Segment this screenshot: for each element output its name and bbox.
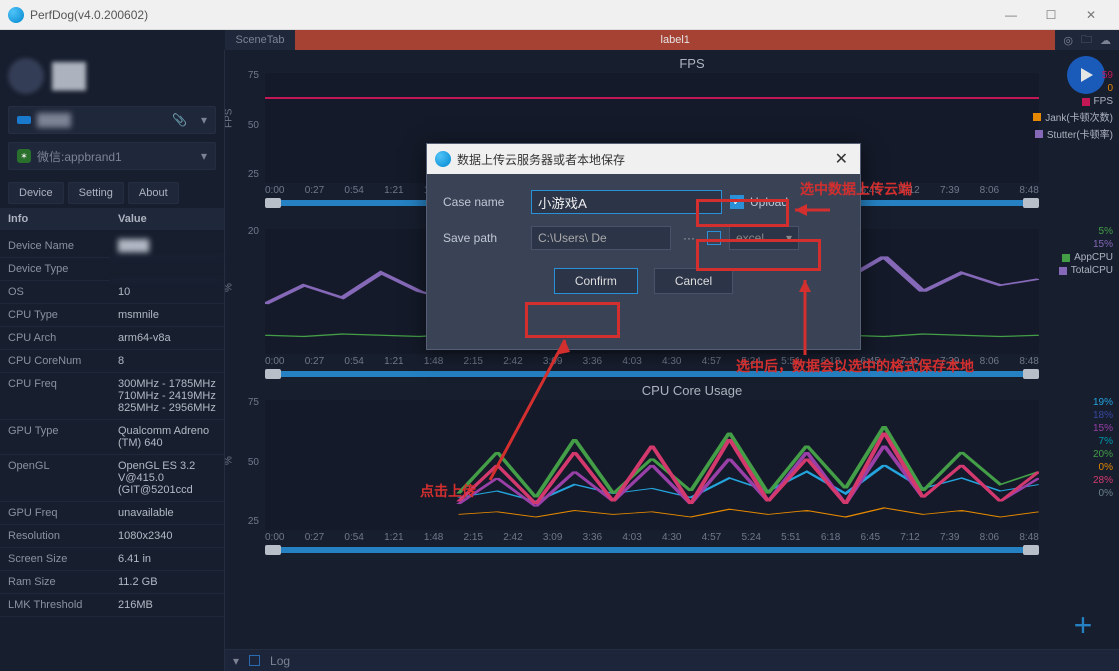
maximize-button[interactable]: ☐ — [1031, 0, 1071, 30]
modal-logo-icon — [435, 151, 451, 167]
modal-title: 数据上传云服务器或者本地保存 — [457, 151, 831, 168]
modal-overlay — [0, 30, 1119, 671]
save-path-label: Save path — [443, 231, 523, 245]
modal-close-button[interactable]: ✕ — [831, 149, 852, 169]
save-path-input[interactable]: C:\Users\ De — [531, 226, 671, 250]
browse-button[interactable]: ··· — [679, 231, 699, 245]
format-select[interactable]: excel ▾ — [729, 226, 799, 250]
caret-down-icon: ▾ — [786, 231, 792, 245]
confirm-button[interactable]: Confirm — [554, 268, 638, 294]
window-title: PerfDog(v4.0.200602) — [30, 8, 991, 22]
minimize-button[interactable]: — — [991, 0, 1031, 30]
cancel-button[interactable]: Cancel — [654, 268, 733, 294]
upload-label: Upload — [750, 195, 788, 209]
case-name-label: Case name — [443, 195, 523, 209]
close-button[interactable]: ✕ — [1071, 0, 1111, 30]
upload-checkbox[interactable]: ✓ — [730, 195, 744, 209]
window-controls: — ☐ ✕ — [991, 0, 1111, 30]
case-name-input[interactable] — [531, 190, 722, 214]
format-value: excel — [736, 231, 764, 245]
modal-titlebar: 数据上传云服务器或者本地保存 ✕ — [427, 144, 860, 174]
titlebar: PerfDog(v4.0.200602) — ☐ ✕ — [0, 0, 1119, 30]
app-logo-icon — [8, 7, 24, 23]
upload-modal: 数据上传云服务器或者本地保存 ✕ Case name ✓ Upload Save… — [426, 143, 861, 350]
format-checkbox[interactable] — [707, 231, 721, 245]
